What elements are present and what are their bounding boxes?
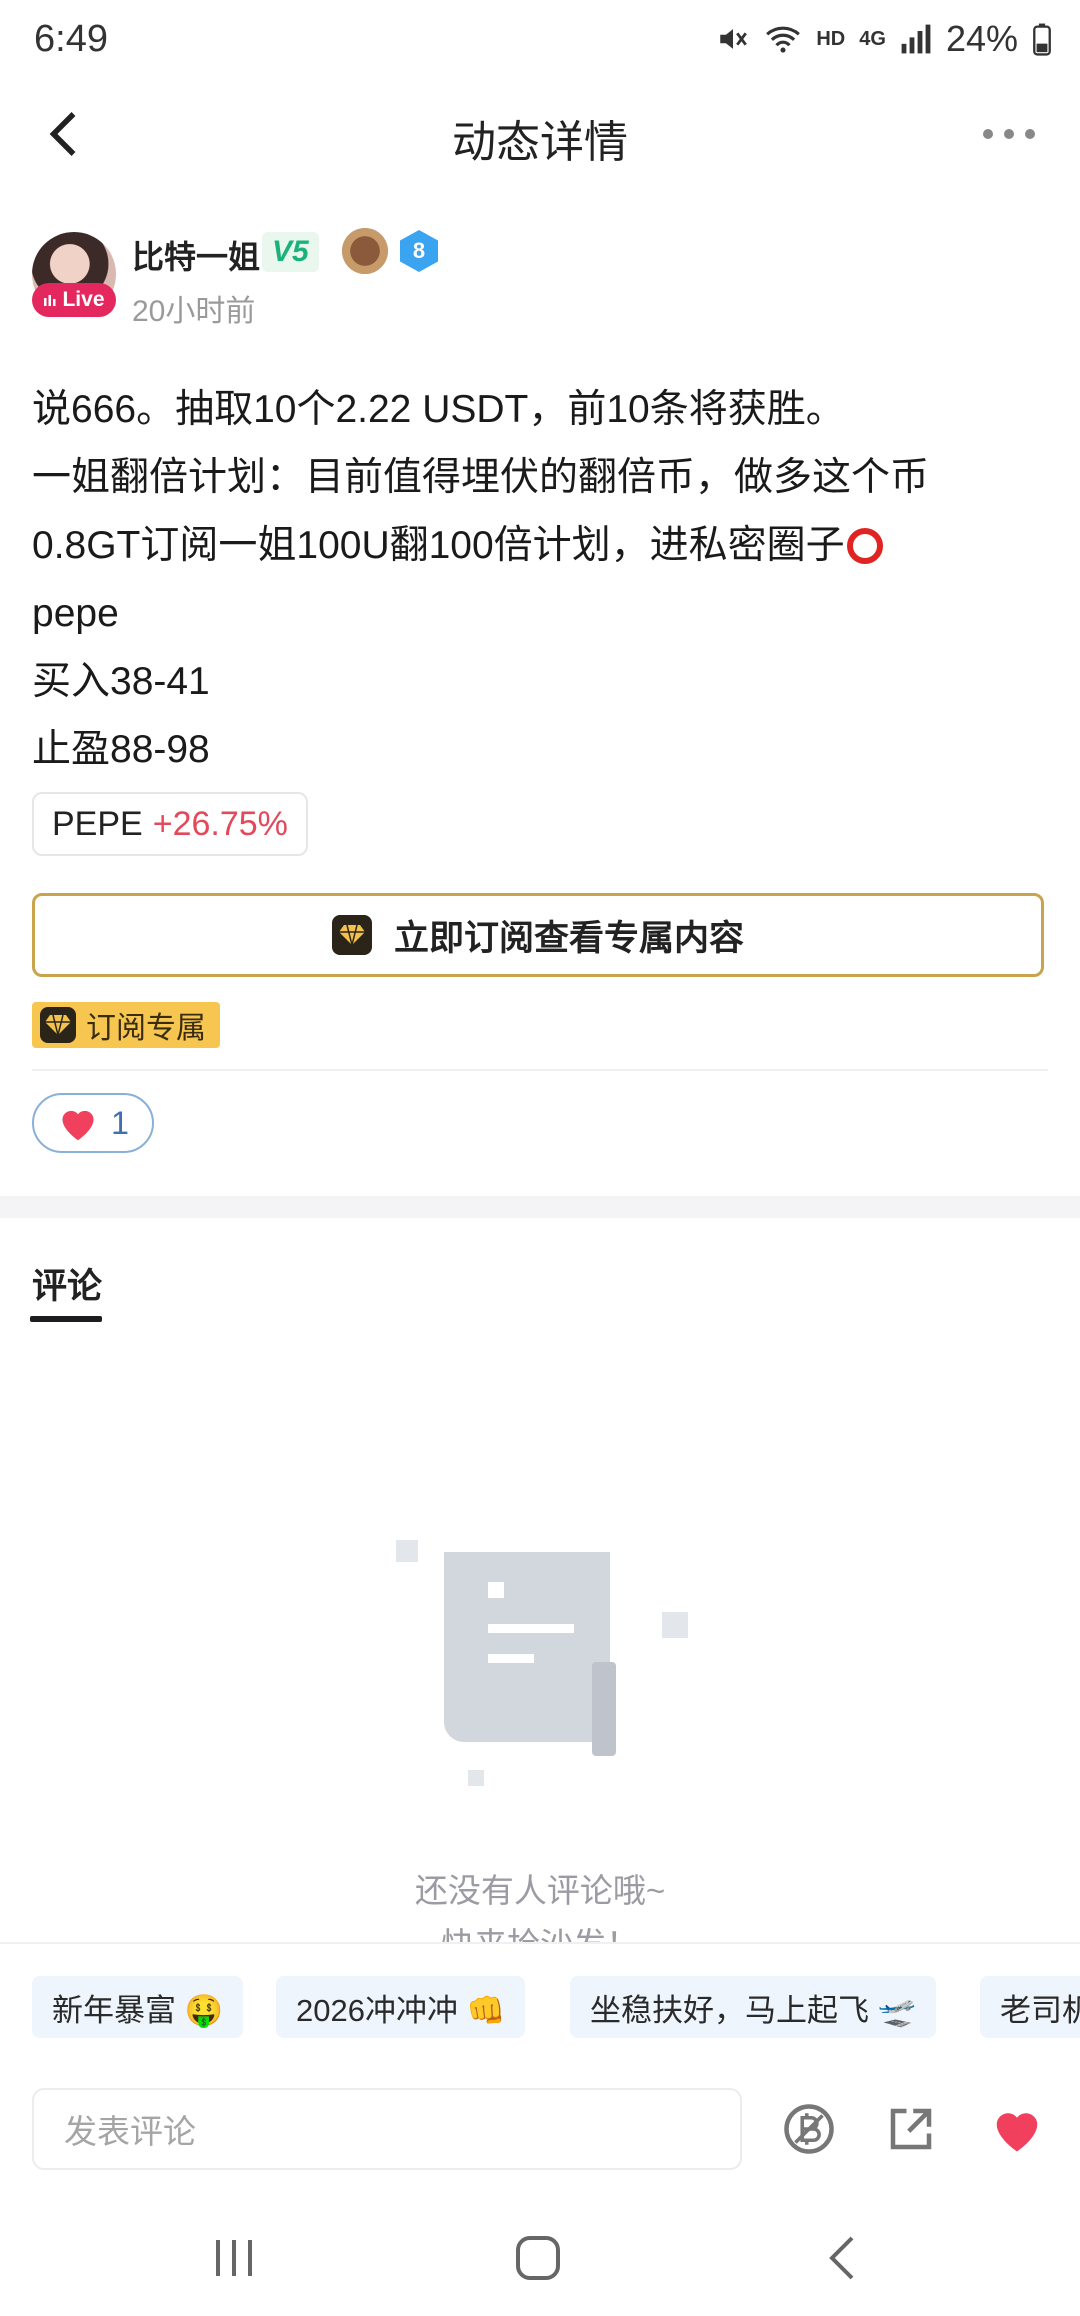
tab-comments[interactable]: 评论 — [32, 1258, 102, 1309]
system-nav-bar — [0, 2200, 1080, 2316]
empty-comments-illustration-icon — [396, 1540, 688, 1786]
post-line: 一姐翻倍计划：目前值得埋伏的翻倍币，做多这个币 — [32, 456, 930, 499]
live-badge[interactable]: Live — [32, 283, 116, 317]
wifi-icon — [766, 26, 801, 53]
subscribe-button[interactable]: 立即订阅查看专属内容 — [32, 893, 1044, 977]
post-line: 0.8GT订阅一姐100U翻100倍计划，进私密圈子 — [32, 512, 1042, 580]
more-options-button[interactable] — [974, 104, 1044, 164]
divider — [32, 1069, 1048, 1071]
medal-icon — [342, 228, 388, 274]
live-bars-icon — [44, 295, 56, 306]
comment-input[interactable]: 发表评论 — [32, 2088, 742, 2170]
page-title: 动态详情 — [452, 118, 628, 167]
section-separator — [0, 1196, 1080, 1218]
quick-comment-chip[interactable]: 2026冲冲冲 👊 — [276, 1976, 526, 2038]
quick-comment-chip[interactable]: 老司机 — [980, 1976, 1080, 2038]
subscription-only-tag: 订阅专属 — [32, 1002, 220, 1048]
like-count: 1 — [111, 1104, 129, 1141]
top-app-bar: 动态详情 — [0, 84, 1080, 184]
red-circle-emoji-icon — [846, 528, 883, 564]
more-dots-icon — [983, 129, 1035, 139]
rank-badge: 8 — [400, 230, 438, 272]
post-line: pepe — [32, 592, 119, 635]
heart-icon — [62, 1110, 94, 1141]
author-name[interactable]: 比特一姐 — [132, 232, 260, 278]
network-hd: HD — [816, 27, 846, 50]
network-4g: 4G — [859, 27, 886, 50]
vip-level-badge: V5 — [262, 232, 319, 272]
diamond-icon — [40, 1007, 76, 1043]
signal-icon — [901, 24, 931, 54]
coin-change: +26.75% — [152, 804, 288, 843]
battery-icon — [1033, 23, 1051, 56]
status-icons: HD 4G 24% — [716, 18, 1052, 60]
coin-symbol: PEPE — [52, 804, 143, 843]
recent-apps-icon[interactable] — [212, 2238, 256, 2278]
quick-comment-chip[interactable]: 坐稳扶好，马上起飞 🛫 — [570, 1976, 937, 2038]
battery-percent: 24% — [945, 18, 1018, 59]
post-line: 说666。抽取10个2.22 USDT，前10条将获胜。 — [32, 388, 845, 431]
quick-comment-chip[interactable]: 新年暴富 🤑 — [32, 1976, 244, 2038]
heart-icon[interactable] — [990, 2102, 1044, 2156]
subscription-tag-label: 订阅专属 — [86, 1012, 206, 1045]
post-line: 买入38-41 — [32, 660, 210, 703]
diamond-icon — [331, 915, 372, 955]
home-icon[interactable] — [514, 2234, 562, 2282]
mute-icon — [720, 29, 748, 49]
share-icon[interactable] — [884, 2102, 938, 2156]
empty-comments-text: 还没有人评论哦~ — [414, 1872, 666, 1909]
post-line-text: 0.8GT订阅一姐100U翻100倍计划，进私密圈子 — [32, 524, 845, 567]
tip-coin-icon[interactable] — [782, 2102, 836, 2156]
back-nav-icon[interactable] — [822, 2234, 862, 2282]
post-time: 20小时前 — [132, 295, 256, 328]
coin-ticker-chip[interactable]: PEPE +26.75% — [32, 792, 308, 856]
tab-indicator — [30, 1316, 102, 1322]
subscribe-button-label: 立即订阅查看专属内容 — [393, 918, 744, 958]
post-line: 止盈88-98 — [32, 728, 210, 771]
status-time: 6:49 — [34, 18, 108, 60]
status-bar: 6:49 HD 4G 24% — [0, 0, 1080, 84]
empty-comments-subtext: 快来抢沙发！ — [0, 1918, 1080, 1944]
post-body: 说666。抽取10个2.22 USDT，前10条将获胜。 一姐翻倍计划：目前值得… — [32, 376, 1042, 784]
live-label: Live — [62, 288, 105, 311]
like-button[interactable]: 1 — [32, 1093, 154, 1153]
